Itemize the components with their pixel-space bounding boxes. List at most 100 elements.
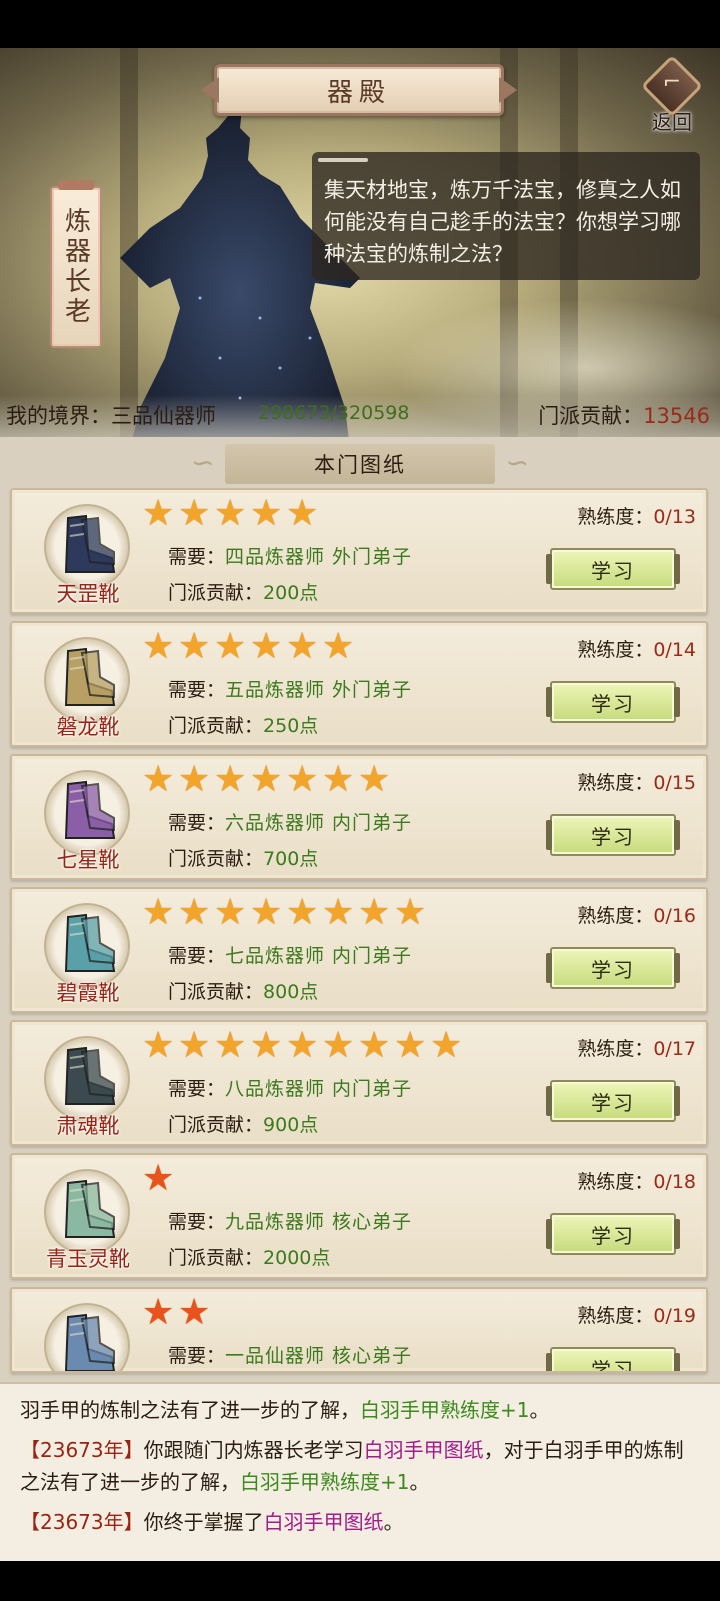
cost-label: 门派贡献： (168, 582, 264, 604)
star-icon: ★ (214, 892, 247, 933)
requirement: 需要：九品炼器师 核心弟子 (168, 1207, 412, 1234)
proficiency-value: 0/18 (653, 1171, 696, 1193)
proficiency-label: 熟练度： (577, 905, 654, 927)
star-icon: ★ (214, 493, 247, 534)
log-line: 【23673年】你跟随门内炼器长老学习白羽手甲图纸，对于白羽手甲的炼制之法有了进… (20, 1434, 700, 1498)
item-icon[interactable]: 碧霞靴 (40, 903, 136, 1005)
cost-label: 门派贡献： (168, 1114, 264, 1136)
learn-button[interactable]: 学习 (546, 681, 680, 723)
npc-dialog-box: 集天材地宝，炼万千法宝，修真之人如何能没有自己趁手的法宝？你想学习哪种法宝的炼制… (312, 152, 700, 280)
cost-label: 门派贡献： (168, 715, 264, 737)
proficiency-value: 0/15 (653, 772, 696, 794)
star-icon: ★ (286, 493, 319, 534)
star-rating: ★ ★ ★ ★ ★ ★ ★ ★ (142, 895, 430, 931)
log-line: 羽手甲的炼制之法有了进一步的了解，白羽手甲熟练度+1。 (20, 1394, 700, 1426)
star-icon: ★ (142, 626, 175, 667)
proficiency-label: 熟练度： (577, 1171, 654, 1193)
boot-icon (64, 913, 116, 972)
proficiency-value: 0/14 (653, 639, 696, 661)
blueprint-card: 七星靴 ★ ★ ★ ★ ★ ★ ★ 熟练度：0/15 需要：六品炼器师 内门弟子 门派贡献：… (10, 754, 708, 880)
learn-button[interactable]: 学习 (546, 1080, 680, 1122)
contrib-label: 门派贡献： (538, 404, 644, 428)
requirement-value: 五品炼器师 外门弟子 (225, 679, 413, 701)
star-rating: ★ ★ ★ ★ ★ ★ (142, 629, 358, 665)
log-segment: 羽手甲的炼制之法有了进一步的了解， (20, 1398, 360, 1422)
event-log: 羽手甲的炼制之法有了进一步的了解，白羽手甲熟练度+1。 【23673年】你跟随门内… (0, 1382, 720, 1561)
log-segment: 。 (529, 1398, 550, 1422)
proficiency-label: 熟练度： (577, 506, 654, 528)
star-icon: ★ (322, 892, 355, 933)
log-segment: 。 (409, 1470, 430, 1494)
back-button[interactable]: ⌐ 返回 (640, 54, 704, 134)
proficiency-label: 熟练度： (577, 772, 654, 794)
star-icon: ★ (214, 759, 247, 800)
contribution-cost: 门派贡献：2000点 (168, 1243, 330, 1270)
star-icon: ★ (250, 493, 283, 534)
item-icon[interactable]: 七星靴 (40, 770, 136, 872)
item-icon[interactable]: 磐龙靴 (40, 637, 136, 739)
log-segment: 白羽手甲熟练度+1 (360, 1398, 530, 1422)
boot-icon (64, 1179, 116, 1238)
star-icon: ★ (250, 759, 283, 800)
item-name: 碧霞靴 (56, 981, 120, 1005)
star-icon: ★ (142, 1025, 175, 1066)
star-icon: ★ (358, 759, 391, 800)
proficiency: 熟练度：0/13 (577, 502, 696, 529)
star-rating: ★ ★ ★ ★ ★ (142, 496, 322, 532)
requirement-label: 需要： (168, 945, 226, 967)
star-icon: ★ (322, 1025, 355, 1066)
proficiency-label: 熟练度： (577, 1305, 654, 1327)
requirement: 需要：五品炼器师 外门弟子 (168, 675, 412, 702)
item-name: 磐龙靴 (56, 715, 120, 739)
log-segment: 你跟随门内炼器长老学习 (143, 1438, 364, 1462)
proficiency-value: 0/17 (653, 1038, 696, 1060)
star-icon: ★ (322, 759, 355, 800)
back-arrow-icon: ⌐ (662, 70, 682, 95)
blueprint-card: 天罡靴 ★ ★ ★ ★ ★ 熟练度：0/13 需要：四品炼器师 外门弟子 门派贡献：20… (10, 488, 708, 614)
cost-value: 800点 (263, 981, 319, 1003)
requirement-label: 需要： (168, 546, 226, 568)
star-icon: ★ (178, 759, 211, 800)
requirement: 需要：七品炼器师 内门弟子 (168, 941, 412, 968)
blueprint-card: 肃魂靴 ★ ★ ★ ★ ★ ★ ★ ★ ★ 熟练度：0/17 需要：八品炼器师 内门弟子 门派贡… (10, 1020, 708, 1146)
contribution-cost: 门派贡献：700点 (168, 844, 318, 871)
requirement-label: 需要： (168, 1345, 226, 1367)
section-header: 本门图纸 (191, 444, 529, 484)
star-icon: ★ (214, 1025, 247, 1066)
learn-button[interactable]: 学习 (546, 814, 680, 856)
cost-value: 200点 (263, 582, 319, 604)
log-segment: 【23673年】 (20, 1438, 144, 1462)
nav-bar-area (0, 1561, 720, 1601)
item-icon[interactable]: 青玉灵靴 (40, 1169, 136, 1271)
star-icon: ★ (178, 1025, 211, 1066)
log-line: 【23673年】你终于掌握了白羽手甲图纸。 (20, 1506, 700, 1538)
item-name: 青玉灵靴 (46, 1247, 130, 1271)
item-name: 肃魂靴 (56, 1114, 120, 1138)
cost-value: 250点 (263, 715, 319, 737)
contrib-value: 13546 (643, 404, 710, 428)
status-bar-area (0, 0, 720, 48)
learn-button[interactable]: 学习 (546, 947, 680, 989)
star-icon: ★ (142, 759, 175, 800)
item-icon[interactable]: 肃魂靴 (40, 1036, 136, 1138)
item-icon[interactable]: 天罡靴 (40, 504, 136, 606)
requirement: 需要：四品炼器师 外门弟子 (168, 542, 412, 569)
item-name: 天罡靴 (56, 582, 120, 606)
contribution-cost: 门派贡献：200点 (168, 578, 318, 605)
requirement: 需要：八品炼器师 内门弟子 (168, 1074, 412, 1101)
star-icon: ★ (178, 493, 211, 534)
log-segment: 【23673年】 (20, 1510, 144, 1534)
npc-name-banner: 炼器长老 (50, 180, 102, 348)
log-segment: 白羽手甲熟练度+1 (240, 1470, 410, 1494)
item-icon[interactable] (40, 1303, 136, 1371)
requirement-value: 八品炼器师 内门弟子 (225, 1078, 413, 1100)
star-rating: ★ ★ ★ ★ ★ ★ ★ (142, 762, 394, 798)
npc-name: 炼器长老 (60, 207, 91, 327)
learn-button[interactable]: 学习 (546, 1347, 680, 1371)
cost-label: 门派贡献： (168, 1247, 264, 1269)
proficiency-label: 熟练度： (577, 1038, 654, 1060)
learn-button[interactable]: 学习 (546, 548, 680, 590)
star-rating: ★ (142, 1161, 178, 1197)
learn-button[interactable]: 学习 (546, 1213, 680, 1255)
page-title: 器殿 (326, 77, 391, 108)
